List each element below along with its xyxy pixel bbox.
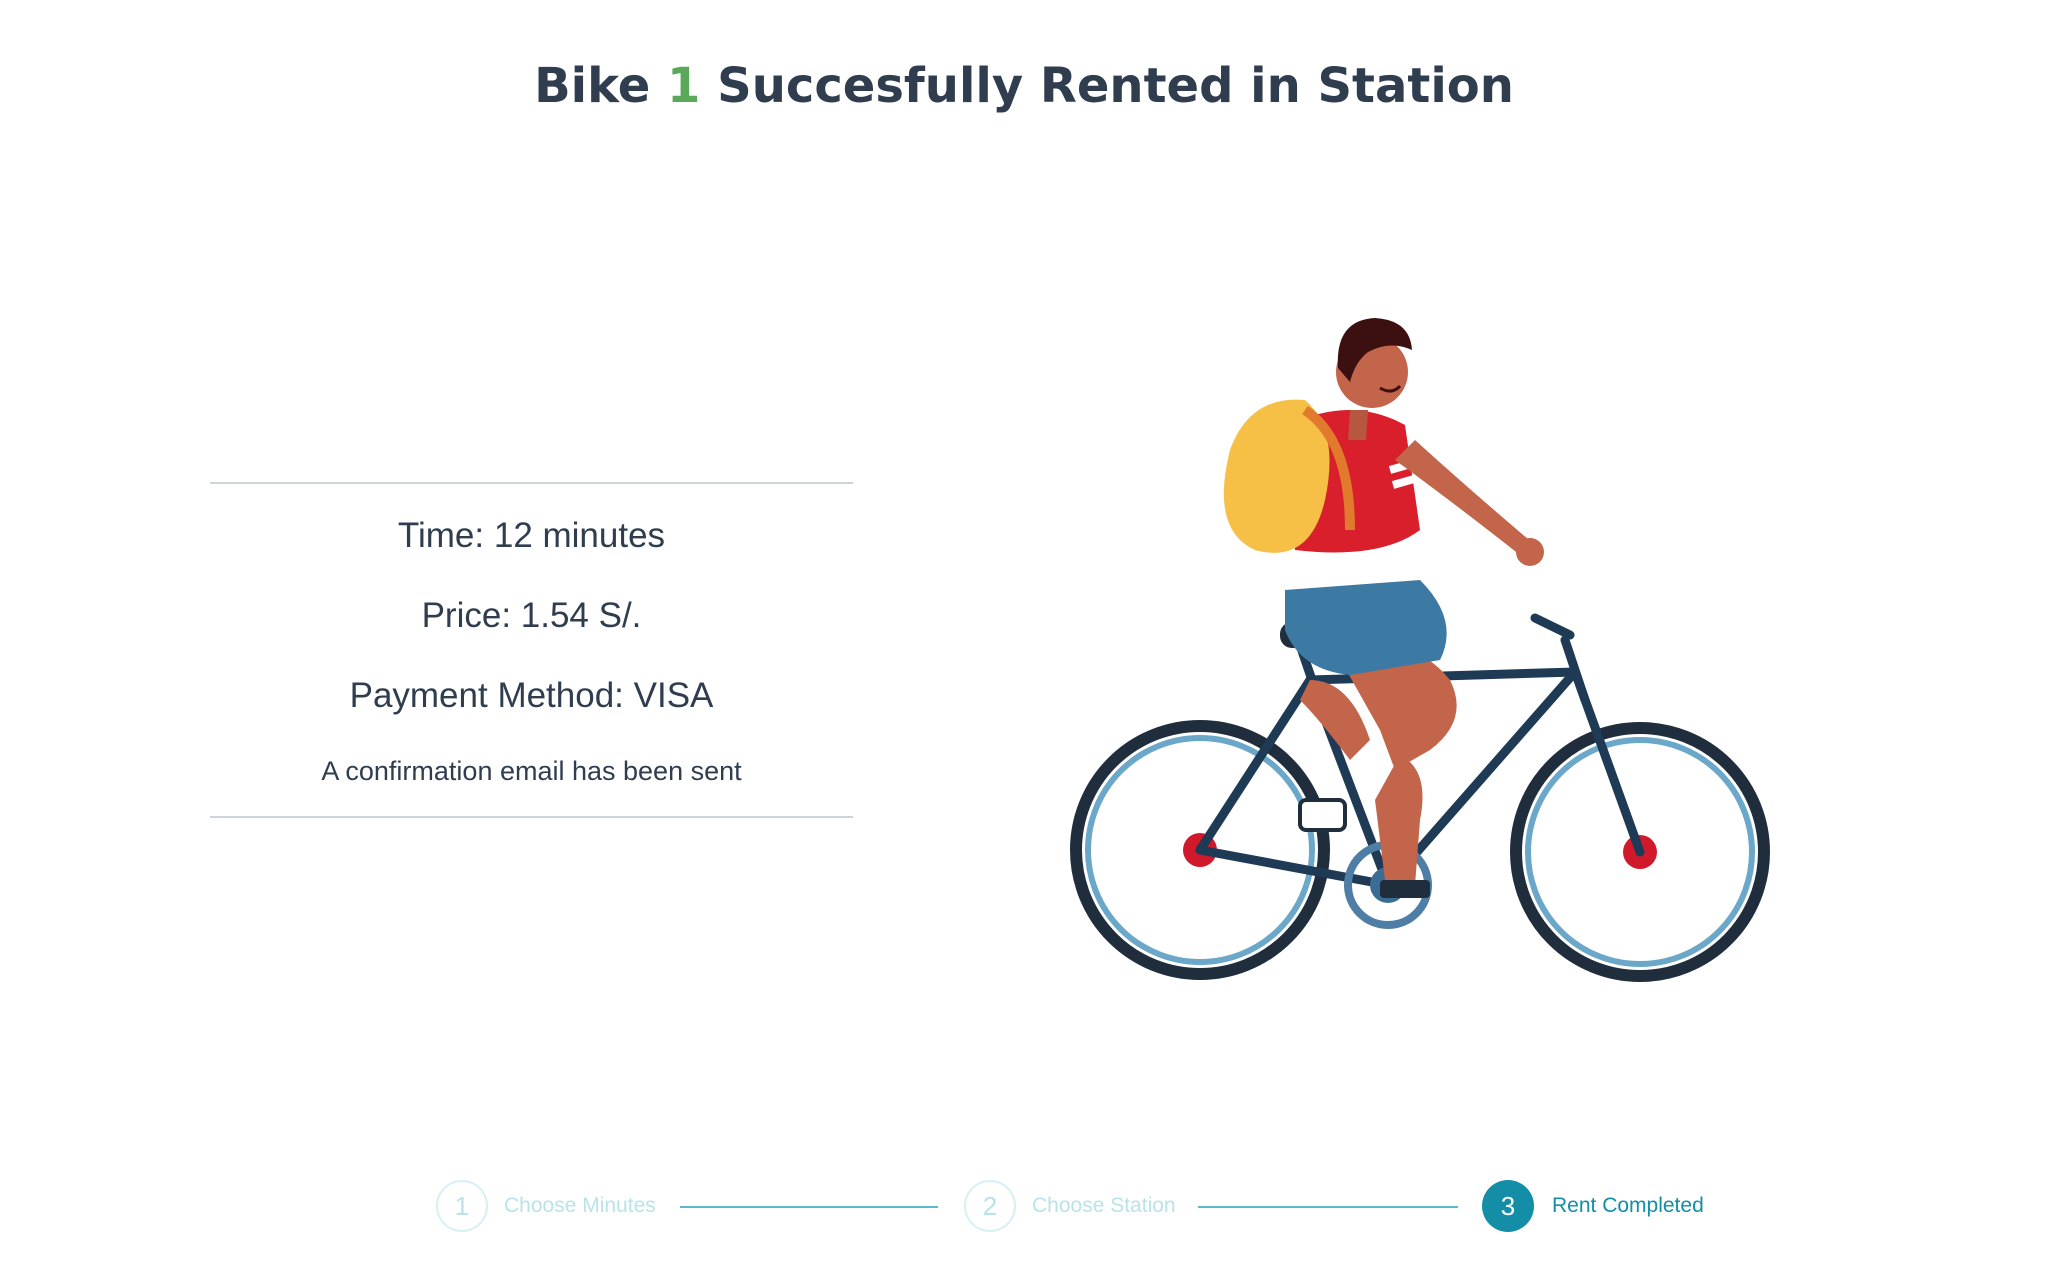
progress-stepper: 1 Choose Minutes 2 Choose Station 3 Rent… [0,1180,2048,1240]
step-1-circle[interactable]: 1 [436,1180,488,1232]
step-2-number: 2 [982,1190,998,1221]
step-1-label[interactable]: Choose Minutes [504,1194,656,1218]
step-2-label[interactable]: Choose Station [1032,1194,1176,1218]
step-3-circle[interactable]: 3 [1482,1180,1534,1232]
rental-price: Price: 1.54 S/. [421,596,642,635]
confirmation-email-notice: A confirmation email has been sent [321,756,742,786]
step-3-number: 3 [1500,1190,1516,1221]
bike-number: 1 [667,58,701,114]
rider-arm [1395,440,1535,555]
step-2-circle[interactable]: 2 [964,1180,1016,1232]
cyclist-icon [1070,318,1770,982]
page-title: Bike 1 Succesfully Rented in Station [0,58,2048,114]
title-prefix: Bike [534,58,651,114]
title-suffix: Succesfully Rented in Station [717,58,1514,114]
step-3-label[interactable]: Rent Completed [1552,1194,1704,1218]
payment-method: Payment Method: VISA [349,676,714,715]
rental-summary: Time: 12 minutes Price: 1.54 S/. Payment… [210,482,853,818]
rider-shorts [1285,580,1447,675]
rental-time: Time: 12 minutes [397,516,666,555]
step-1-number: 1 [454,1190,470,1221]
step-connector-1 [680,1206,938,1208]
step-connector-2 [1198,1206,1458,1208]
cyclist-illustration [1050,300,1790,1000]
